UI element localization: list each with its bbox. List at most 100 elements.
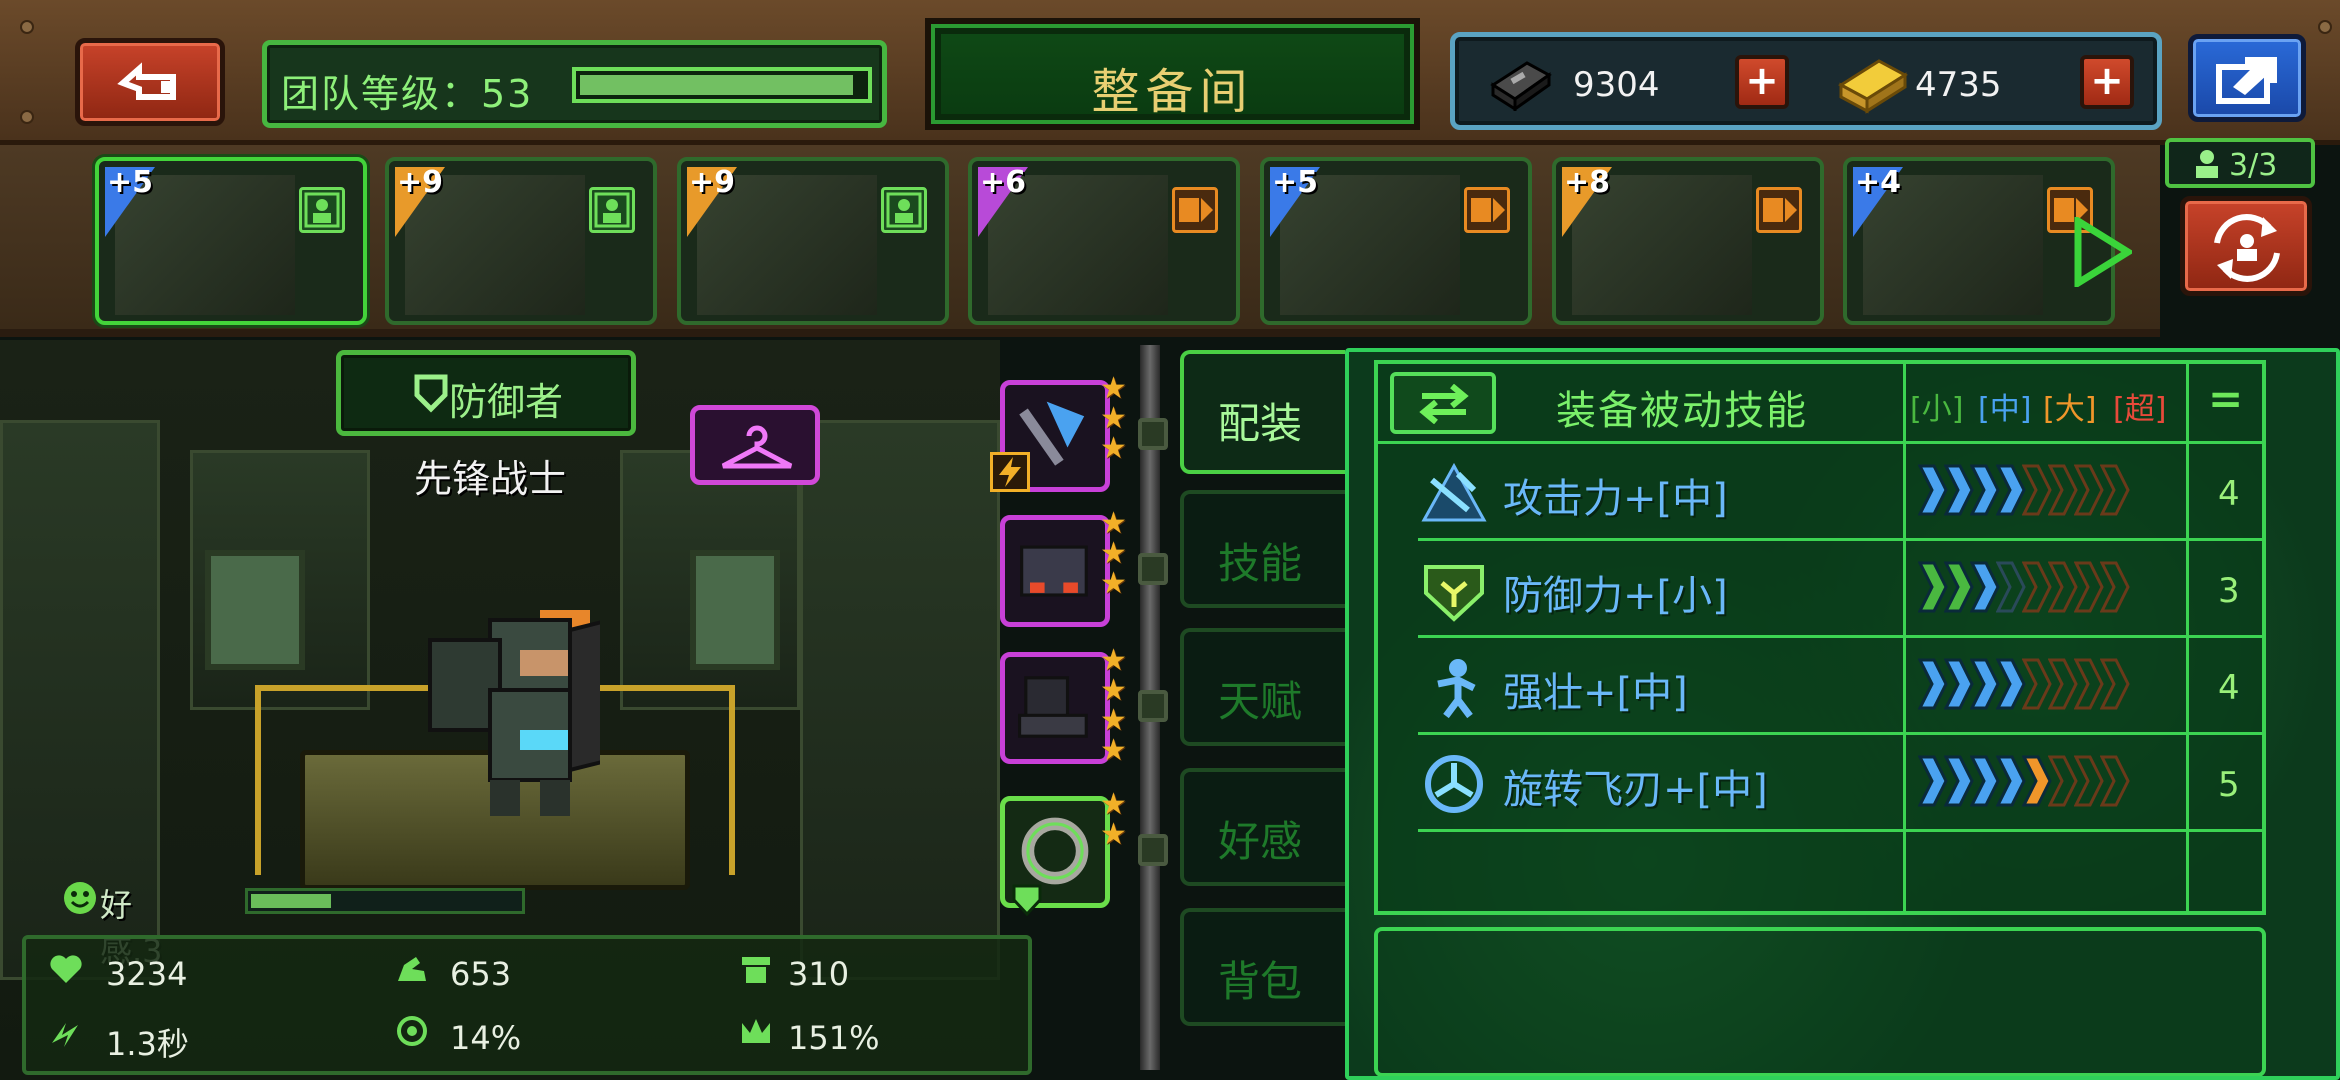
hero-class-tag: 防御者	[336, 350, 636, 436]
equipment-slot[interactable]	[1000, 515, 1110, 627]
side-tab[interactable]: 背包	[1180, 908, 1345, 1026]
star-icon: ★	[1100, 536, 1127, 571]
rivet	[2318, 20, 2332, 34]
skill-row: 强壮+[中] 4	[1378, 638, 2262, 735]
rail-connector	[1138, 418, 1168, 450]
star-icon: ★	[1100, 401, 1127, 436]
add-steel-button[interactable]: +	[1735, 55, 1789, 109]
swap-arrows-icon	[1419, 384, 1469, 424]
star-icon: ★	[1100, 371, 1127, 406]
armor-vest-icon	[1020, 545, 1088, 597]
defender-role-icon	[886, 192, 922, 228]
share-icon	[2216, 57, 2277, 104]
roster-hero-card[interactable]: +5	[95, 157, 367, 325]
currency-panel: 9304 + 4735 +	[1450, 32, 2162, 130]
roster-hero-card[interactable]: +5	[1260, 157, 1532, 325]
skill-row: 旋转飞刃+[中] 5	[1378, 735, 2262, 832]
target-icon	[397, 1016, 427, 1046]
steel-bar-icon	[1490, 61, 1552, 111]
skill-count: 4	[2218, 474, 2240, 514]
crit-damage-value: 151%	[788, 1019, 880, 1057]
skill-name: 旋转飞刃+[中]	[1503, 767, 1768, 813]
role-badge-icon	[1172, 187, 1218, 233]
roster-hero-card[interactable]: +9	[385, 157, 657, 325]
skill-name: 攻击力+[中]	[1503, 476, 1728, 522]
skill-point-pip	[2100, 561, 2130, 613]
role-badge-icon	[299, 187, 345, 233]
hero-level: +4	[1855, 165, 1902, 200]
skill-count: 5	[2218, 765, 2240, 805]
skill-count: 3	[2218, 571, 2240, 611]
star-icon: ★	[1100, 817, 1127, 852]
defense-icon	[1424, 565, 1484, 622]
roster-hero-card[interactable]: +9	[677, 157, 949, 325]
skill-name: 防御力+[小]	[1503, 573, 1728, 619]
skill-point-pip	[2100, 755, 2130, 807]
level-label: [大]	[2043, 392, 2097, 427]
roster-next-arrow-icon[interactable]	[2072, 217, 2132, 287]
boots-icon	[1018, 676, 1088, 738]
team-level-fill	[580, 75, 853, 95]
hero-level: +5	[1272, 165, 1319, 200]
rail-connector	[1138, 553, 1168, 585]
lightning-icon	[990, 452, 1030, 492]
hanger-icon	[721, 425, 793, 469]
side-tab-label: 配装	[1218, 399, 1303, 448]
share-button[interactable]	[2188, 34, 2306, 122]
attack-speed-value: 1.3秒	[106, 1025, 189, 1063]
skill-point-pip	[2100, 658, 2130, 710]
toggle-view-button[interactable]	[1390, 372, 1496, 434]
star-rating: ★ ★ ★ ★	[1100, 646, 1130, 766]
back-button[interactable]	[75, 38, 225, 126]
roster-hero-card[interactable]: +8	[1552, 157, 1824, 325]
role-badge-icon	[881, 187, 927, 233]
hero-level: +9	[689, 165, 736, 200]
hero-level: +5	[107, 165, 154, 200]
role-badge-icon	[1464, 187, 1510, 233]
side-tab[interactable]: 技能	[1180, 490, 1345, 608]
heart-icon	[50, 955, 82, 983]
team-count-panel: 3/3	[2165, 138, 2315, 188]
skill-row: 攻击力+[中] 4	[1378, 444, 2262, 541]
add-gold-button[interactable]: +	[2080, 55, 2134, 109]
dps-role-icon	[1763, 198, 1797, 222]
gold-amount: 4735	[1915, 65, 2002, 105]
star-icon: ★	[1100, 643, 1127, 678]
side-tab[interactable]: 配装	[1180, 350, 1345, 474]
muscle-icon	[398, 957, 426, 981]
side-tab-label: 好感	[1218, 817, 1303, 866]
star-rating: ★ ★ ★	[1100, 374, 1130, 464]
defense-value: 310	[788, 955, 850, 993]
defense-type-icon	[1010, 882, 1046, 918]
hero-level: +9	[397, 165, 444, 200]
affinity-fill	[251, 894, 331, 908]
roster-hero-card[interactable]: +6	[968, 157, 1240, 325]
dps-role-icon	[1471, 198, 1505, 222]
wall-panel	[800, 420, 1000, 980]
skill-name: 强壮+[中]	[1503, 670, 1688, 716]
back-arrow-icon	[117, 62, 176, 100]
spin-blade-icon	[1425, 755, 1483, 813]
star-rating: ★ ★ ★	[1100, 509, 1130, 599]
side-tab-label: 技能	[1218, 539, 1303, 588]
crit-value: 14%	[450, 1019, 522, 1057]
title-plate: 整备间	[925, 18, 1420, 130]
swap-hero-button[interactable]	[2180, 196, 2312, 296]
skill-row: 防御力+[小] 3	[1378, 541, 2262, 638]
side-tab[interactable]: 好感	[1180, 768, 1345, 886]
role-badge-icon	[1756, 187, 1802, 233]
side-tab[interactable]: 天赋	[1180, 628, 1345, 746]
person-icon	[2196, 150, 2218, 178]
passive-skills-table: 装备被动技能 [小] [中] [大] [超] = 攻击力+[中] 4 防御力+[小] 3 强壮…	[1374, 360, 2266, 915]
side-tab-label: 天赋	[1218, 677, 1303, 726]
equipment-slot[interactable]	[1000, 652, 1110, 764]
outfit-button[interactable]	[690, 405, 820, 485]
star-rating: ★ ★	[1100, 790, 1130, 850]
smile-icon	[64, 882, 96, 914]
defender-role-icon	[304, 192, 340, 228]
crown-icon	[742, 1019, 770, 1043]
rivet	[20, 20, 34, 34]
team-level-bar	[572, 67, 872, 103]
star-icon: ★	[1100, 673, 1127, 708]
star-icon: ★	[1100, 733, 1127, 768]
